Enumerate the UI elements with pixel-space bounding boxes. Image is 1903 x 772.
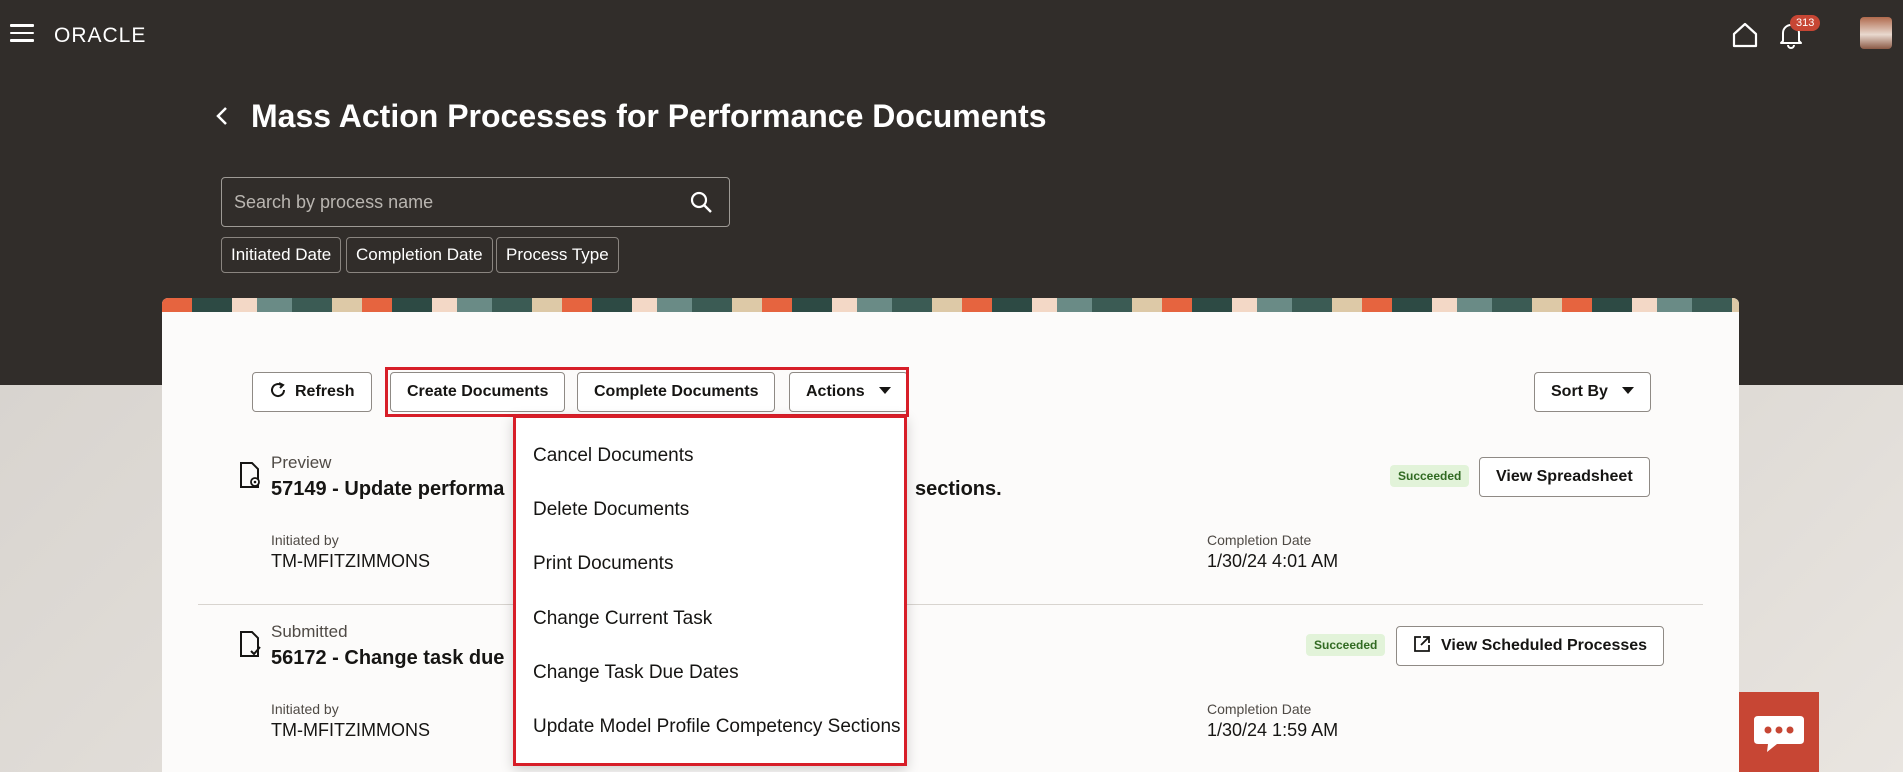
back-arrow-icon[interactable] [212,102,232,130]
refresh-button[interactable]: Refresh [252,372,372,412]
search-input[interactable] [234,178,674,226]
initiated-by-value: TM-MFITZIMMONS [271,720,430,740]
view-scheduled-processes-label: View Scheduled Processes [1441,637,1648,654]
document-preview-icon [240,462,260,488]
view-scheduled-processes-button[interactable]: View Scheduled Processes [1396,626,1665,666]
filter-chip-completion-date[interactable]: Completion Date [346,237,493,273]
search-icon[interactable] [689,190,713,214]
notification-count-badge: 313 [1790,15,1821,31]
initiated-by-label: Initiated by [271,532,339,548]
highlight-outline [385,367,909,417]
avatar[interactable] [1860,17,1892,49]
oracle-logo: ORACLE [54,24,147,47]
menu-item-print-documents[interactable]: Print Documents [533,553,673,575]
menu-item-update-model-profile[interactable]: Update Model Profile Competency Sections [533,716,901,738]
hamburger-menu-icon[interactable] [10,24,34,44]
refresh-button-label: Refresh [295,383,355,400]
chat-bubble-icon [1754,716,1804,752]
process-title-continued[interactable]: sections. [915,478,1002,501]
completion-date-value: 1/30/24 1:59 AM [1207,720,1339,740]
initiated-by-label: Initiated by [271,701,339,717]
filter-chip-process-type[interactable]: Process Type [496,237,619,273]
chevron-down-icon [1621,387,1634,394]
document-check-icon [240,631,261,657]
filter-chip-initiated-date[interactable]: Initiated Date [221,237,342,273]
actions-dropdown-menu: Cancel Documents Delete Documents Print … [513,415,907,766]
initiated-by-value: TM-MFITZIMMONS [271,551,430,571]
menu-item-cancel-documents[interactable]: Cancel Documents [533,445,694,467]
row-divider [198,604,1703,605]
process-type-label: Preview [271,453,332,472]
decorative-banner [162,298,1739,312]
menu-item-delete-documents[interactable]: Delete Documents [533,499,689,521]
page-title: Mass Action Processes for Performance Do… [251,98,1047,134]
process-type-label: Submitted [271,622,348,641]
completion-date-value: 1/30/24 4:01 AM [1207,551,1339,571]
status-badge: Succeeded [1390,465,1470,487]
menu-item-change-current-task[interactable]: Change Current Task [533,608,712,630]
menu-item-change-task-due-dates[interactable]: Change Task Due Dates [533,662,739,684]
chat-button[interactable] [1739,692,1819,772]
completion-date-label: Completion Date [1207,532,1312,548]
view-spreadsheet-button[interactable]: View Spreadsheet [1479,457,1650,497]
process-title[interactable]: 57149 - Update performa [271,478,504,501]
search-field[interactable] [221,177,730,227]
process-title[interactable]: 56172 - Change task due [271,647,504,670]
sort-by-button[interactable]: Sort By [1534,372,1651,412]
status-badge: Succeeded [1306,634,1386,656]
refresh-icon [271,382,286,398]
completion-date-label: Completion Date [1207,701,1312,717]
home-icon[interactable] [1730,20,1760,50]
sort-by-label: Sort By [1551,383,1608,400]
external-link-icon [1414,636,1430,652]
